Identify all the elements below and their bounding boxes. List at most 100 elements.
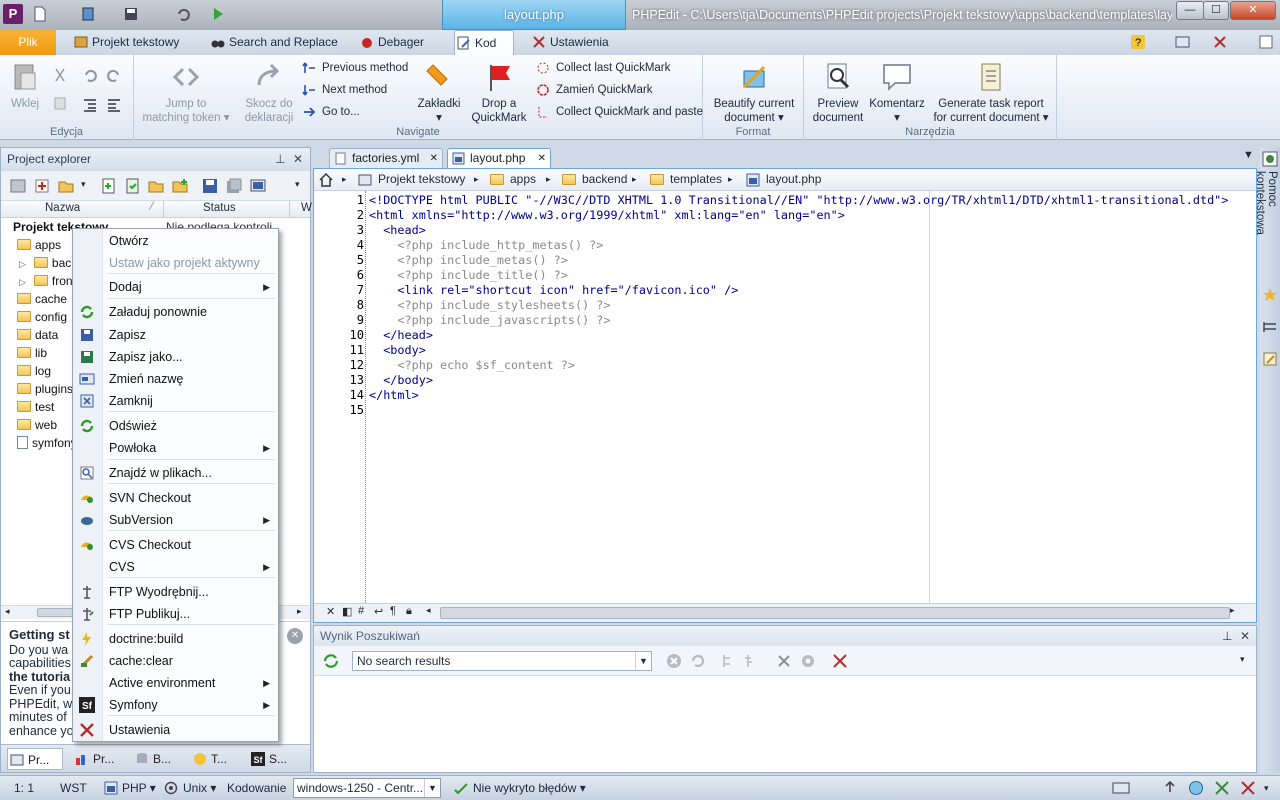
col-w-header[interactable]: W [301, 202, 312, 214]
close-tip-icon[interactable]: ✕ [287, 628, 303, 644]
favorites-star-icon[interactable] [1262, 287, 1278, 303]
toolbar-overflow-icon[interactable]: ▾ [1240, 654, 1245, 665]
tree-item-apps[interactable]: apps [17, 238, 61, 252]
preview-document-button[interactable]: Preview document [810, 61, 866, 125]
search-results-list[interactable] [314, 676, 1256, 772]
breadcrumb-separator-icon[interactable]: ▸ [342, 169, 347, 190]
tab-kod[interactable]: Kod [454, 30, 514, 55]
menu-item-zapisz-jako[interactable]: Zapisz jako... [73, 346, 278, 368]
code-line[interactable]: <!DOCTYPE html PUBLIC "-//W3C//DTD XHTML… [369, 193, 1228, 207]
code-line[interactable]: <?php include_http_metas() ?> [369, 238, 603, 252]
editor-tab-factories[interactable]: factories.yml ✕ [329, 148, 443, 168]
menu-item-dodaj[interactable]: Dodaj ▶ [73, 276, 278, 298]
close-panel-icon[interactable]: ✕ [293, 148, 303, 170]
col-name-header[interactable]: Nazwa [45, 202, 80, 214]
expand-arrow-icon[interactable]: ▷ [19, 277, 26, 287]
breadcrumb-project[interactable]: Projekt tekstowy [378, 169, 465, 190]
tree-item-config[interactable]: config [17, 310, 67, 324]
app-icon[interactable]: P [3, 4, 23, 24]
tab-ustawienia[interactable]: Ustawienia [530, 30, 609, 55]
code-line[interactable]: <link rel="shortcut icon" href="/favicon… [369, 283, 738, 297]
new-folder-icon[interactable] [171, 177, 189, 195]
generate-task-report-button[interactable]: Generate task report for current documen… [930, 61, 1052, 125]
zamien-quickmark-button[interactable]: Zamień QuickMark [536, 81, 653, 99]
pin-icon[interactable]: ⊥ [275, 148, 285, 170]
code-line[interactable]: </head> [369, 328, 433, 342]
close-tab-icon[interactable]: ✕ [430, 149, 438, 168]
help-icon[interactable]: ? [1130, 34, 1146, 50]
show-whitespace-icon[interactable]: ¶ [390, 605, 396, 617]
language-selector[interactable]: PHP ▾ [122, 776, 156, 800]
bottom-tab-database[interactable]: B... [133, 748, 171, 770]
project-properties-icon[interactable] [9, 177, 27, 195]
read-only-lock-icon[interactable]: 🔒︎ [406, 605, 412, 618]
column-divider[interactable] [289, 201, 290, 217]
upload-icon[interactable] [1162, 780, 1178, 796]
repeat-search-icon[interactable] [690, 653, 706, 669]
scroll-left-icon[interactable]: ◂ [426, 605, 431, 616]
bottom-tab-project[interactable]: Pr... [7, 748, 63, 770]
tree-item-backend[interactable]: ▷ back [19, 256, 77, 270]
run-icon[interactable] [210, 6, 226, 22]
breadcrumb-separator-icon[interactable]: ▸ [546, 169, 551, 190]
tab-list-dropdown-icon[interactable]: ▼ [1243, 149, 1254, 161]
tree-item-cache[interactable]: cache [17, 292, 67, 306]
code-line[interactable]: <?php include_stylesheets() ?> [369, 298, 610, 312]
skocz-do-deklaracji-button[interactable]: Skocz do deklaracji [238, 61, 300, 125]
code-line[interactable]: <?php echo $sf_content ?> [369, 358, 575, 372]
menu-item-cvs[interactable]: CVS ▶ [73, 556, 278, 578]
menu-item-zamknij[interactable]: Zamknij [73, 390, 278, 412]
context-help-tab[interactable]: Pomoc kontekstowa [1254, 171, 1278, 271]
search-history-select[interactable]: No search results ▼ [352, 651, 652, 671]
menu-item-svn-checkout[interactable]: SVN Checkout [73, 487, 278, 509]
menu-item-zmien-nazwe[interactable]: Zmień nazwę [73, 368, 278, 390]
col-status-header[interactable]: Status [203, 202, 236, 214]
menu-item-subversion[interactable]: SubVersion ▶ [73, 509, 278, 531]
menu-item-active-environment[interactable]: Active environment ▶ [73, 672, 278, 694]
add-file-icon[interactable] [99, 177, 117, 195]
beautify-document-button[interactable]: Beautify current document ▾ [707, 61, 801, 125]
globe-icon[interactable] [1188, 780, 1204, 796]
code-line[interactable]: <html xmlns="http://www.w3.org/1999/xhtm… [369, 208, 845, 222]
scroll-right-icon[interactable]: ▸ [1230, 605, 1235, 616]
open-file-icon[interactable] [80, 6, 96, 22]
menu-item-cvs-checkout[interactable]: CVS Checkout [73, 534, 278, 556]
refresh-search-icon[interactable] [322, 652, 340, 670]
scroll-left-icon[interactable]: ◂ [5, 606, 10, 617]
tree-item-frontend[interactable]: ▷ fron [19, 274, 73, 288]
collapse-results-icon[interactable] [720, 653, 736, 669]
close-editor-icon[interactable]: ✕ [326, 605, 335, 618]
next-method-button[interactable]: Next method [302, 81, 387, 99]
expand-arrow-icon[interactable]: ▷ [19, 259, 26, 269]
zakladki-button[interactable]: Zakładki ▾ [414, 61, 464, 125]
jump-matching-token-button[interactable]: Jump to matching token ▾ [138, 61, 234, 125]
minimize-button[interactable]: — [1176, 1, 1204, 20]
breadcrumb-apps[interactable]: apps [510, 169, 536, 190]
close-tab-icon[interactable]: ✕ [538, 149, 546, 168]
save-project-icon[interactable] [201, 177, 219, 195]
tree-item-web[interactable]: web [17, 418, 57, 432]
code-editor[interactable]: ▸ Projekt tekstowy ▸ apps ▸ backend ▸ te… [313, 168, 1257, 623]
menu-item-doctrine-build[interactable]: doctrine:build [73, 628, 278, 650]
code-line[interactable]: <?php include_title() ?> [369, 268, 567, 282]
save-all-icon[interactable] [225, 177, 243, 195]
error-status[interactable]: Nie wykryto błędów ▾ [473, 776, 586, 800]
tools-icon[interactable] [1240, 780, 1256, 796]
menu-item-zapisz[interactable]: Zapisz [73, 324, 278, 346]
column-divider[interactable] [163, 201, 164, 217]
collect-last-quickmark-button[interactable]: Collect last QuickMark [536, 59, 670, 77]
dropdown-arrow-icon[interactable]: ▾ [81, 179, 86, 190]
horizontal-scroll-thumb[interactable] [440, 607, 1230, 619]
new-file-icon[interactable] [32, 6, 48, 22]
pin-icon[interactable]: ⊥ [1222, 626, 1232, 646]
previous-method-button[interactable]: Previous method [302, 59, 408, 77]
menu-item-ftp-wyodrebnij[interactable]: FTP Wyodrębnij... [73, 581, 278, 603]
dropdown-arrow-icon[interactable]: ▼ [635, 652, 651, 670]
copy-icon[interactable] [52, 95, 68, 111]
tree-item-plugins[interactable]: plugins [17, 382, 73, 396]
dropdown-arrow-icon[interactable]: ▼ [424, 779, 440, 797]
new-project-icon[interactable] [33, 177, 51, 195]
breadcrumb-templates[interactable]: templates [670, 169, 722, 190]
expand-results-icon[interactable] [742, 653, 758, 669]
clear-results-icon[interactable] [776, 653, 792, 669]
